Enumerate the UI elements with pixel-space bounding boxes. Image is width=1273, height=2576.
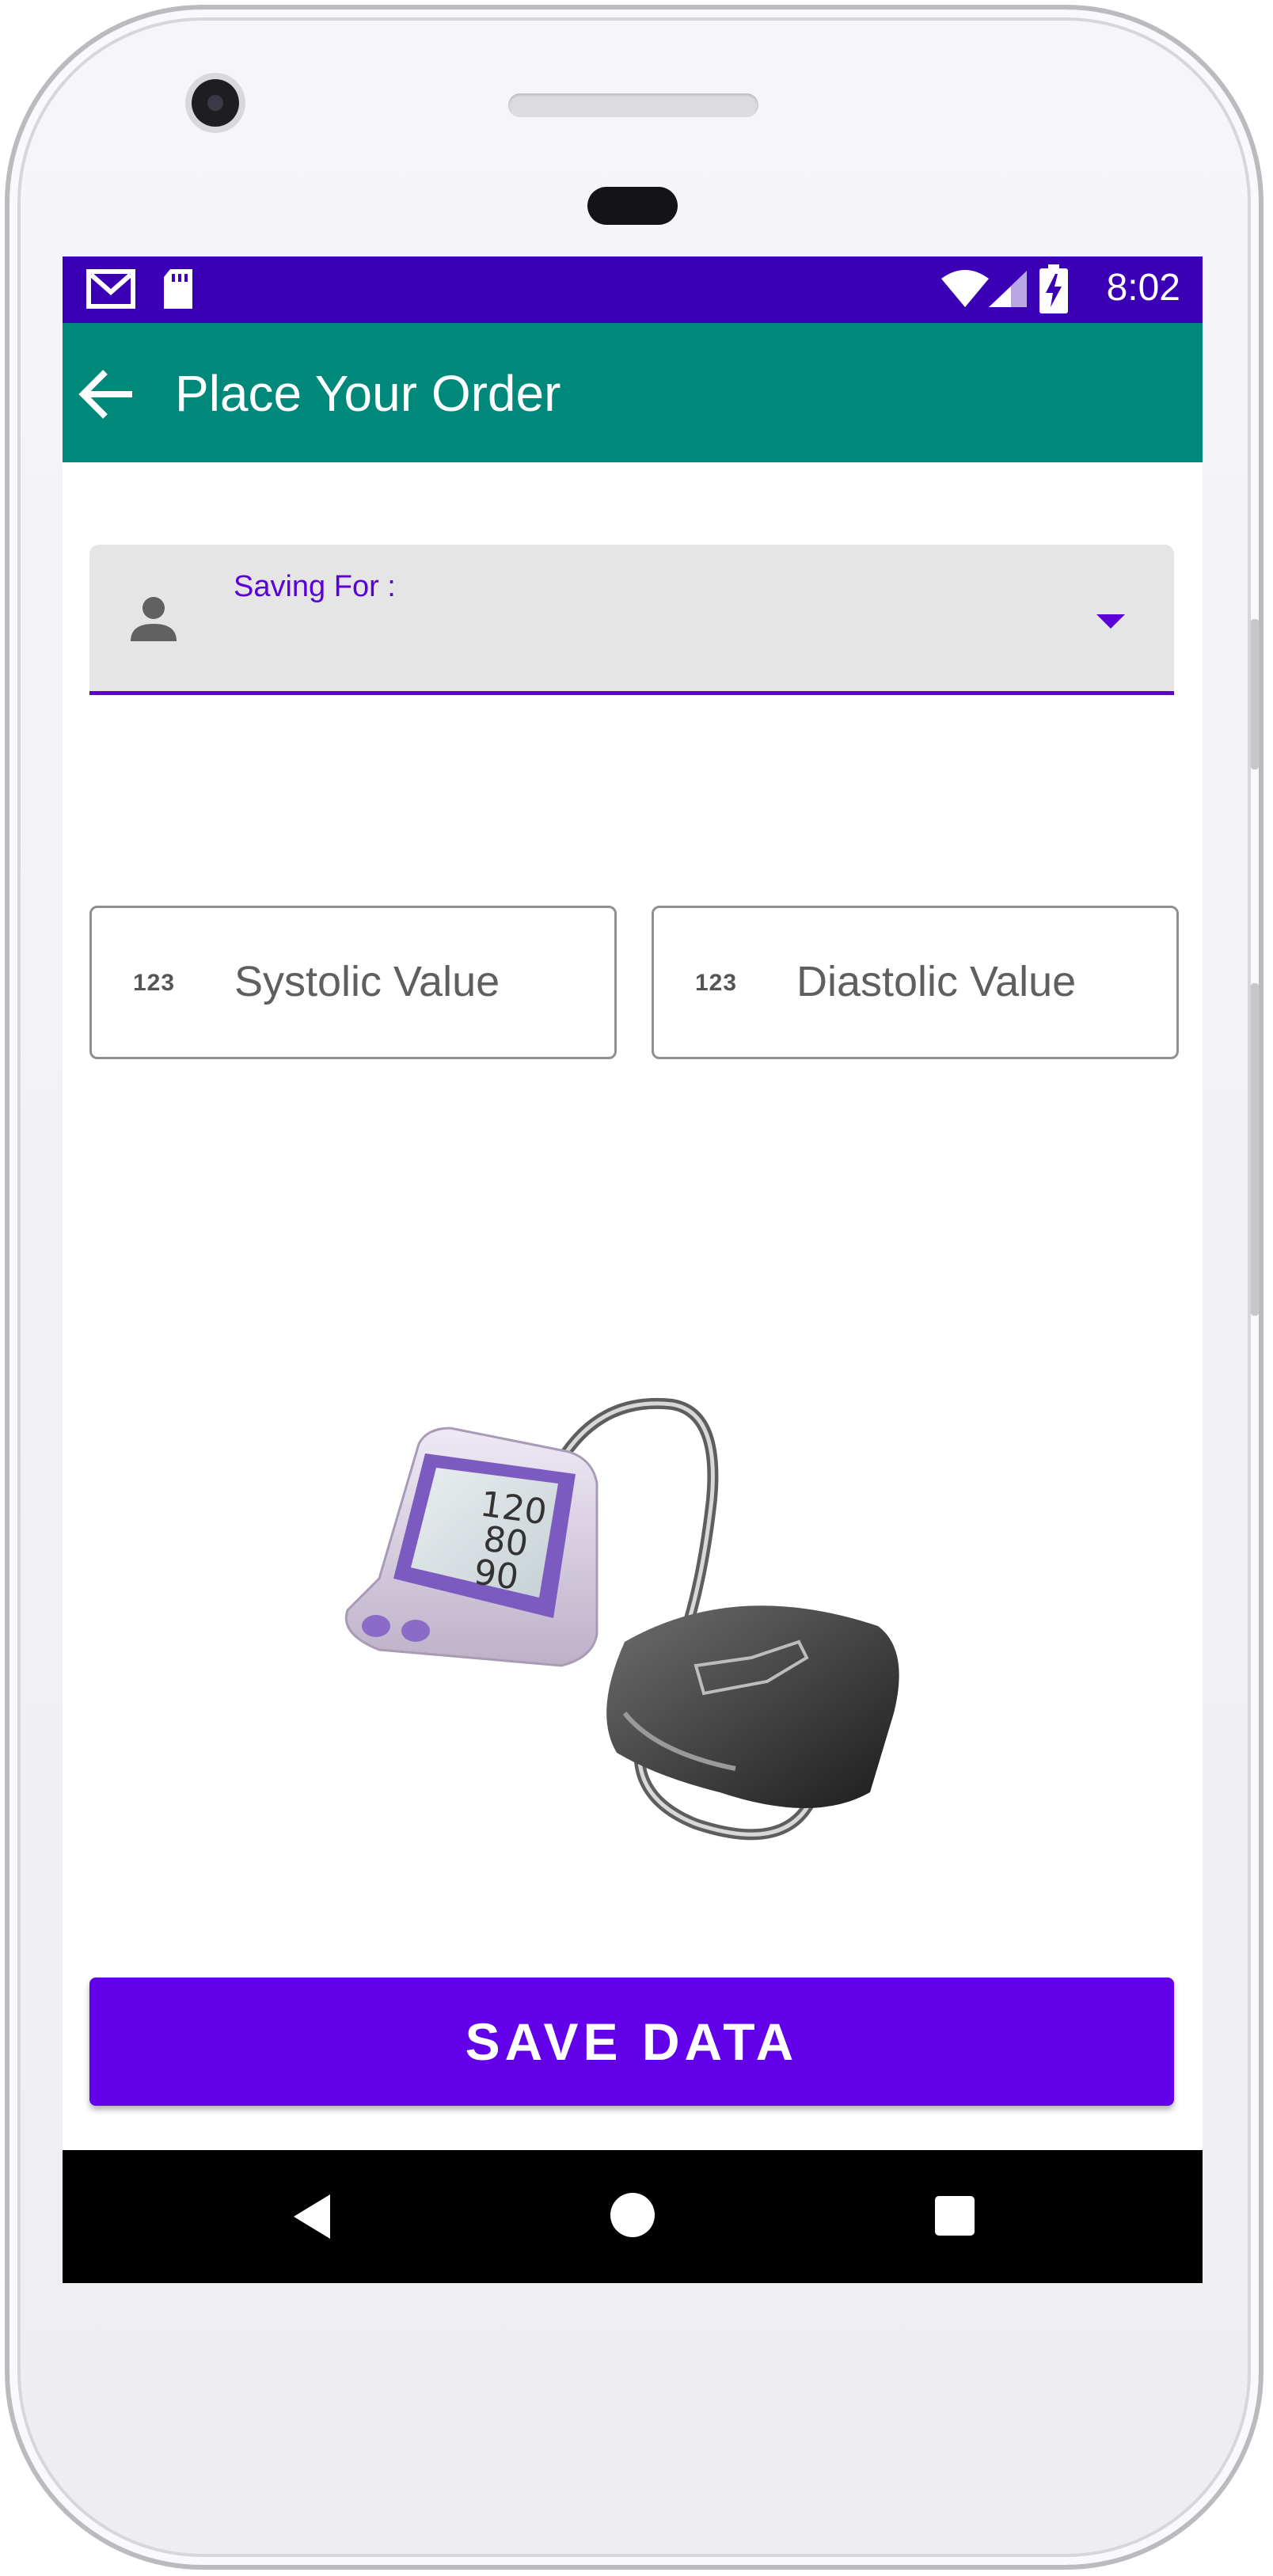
svg-text:90: 90 (471, 1552, 521, 1598)
systolic-input[interactable]: 123 Systolic Value (89, 906, 617, 1059)
nav-home-icon[interactable] (610, 2193, 655, 2237)
status-bar: 8:02 (63, 256, 1203, 323)
page-title: Place Your Order (175, 365, 561, 422)
status-time: 8:02 (1106, 267, 1180, 309)
systolic-placeholder: Systolic Value (234, 958, 500, 1005)
arrow-back-icon[interactable] (75, 363, 139, 426)
volume-button (1251, 619, 1259, 769)
front-camera (192, 79, 239, 127)
blood-pressure-monitor-image: 120 80 90 (345, 1397, 899, 1841)
saving-for-dropdown[interactable]: Saving For : (89, 545, 1174, 695)
battery-charging-icon (1039, 264, 1068, 313)
numeric-icon: 123 (133, 970, 176, 996)
earpiece-speaker (508, 93, 758, 117)
person-icon (131, 597, 177, 641)
wifi-icon (941, 270, 989, 307)
power-button (1251, 983, 1259, 1316)
navigation-bar (63, 2150, 1203, 2283)
screen: 8:02 Place Your Order Saving For : 123 S… (63, 256, 1203, 2283)
gmail-icon (86, 269, 135, 309)
signal-icon (989, 271, 1027, 307)
diastolic-input[interactable]: 123 Diastolic Value (652, 906, 1179, 1059)
dropdown-label: Saving For : (234, 570, 396, 603)
proximity-sensor (587, 187, 678, 225)
numeric-icon: 123 (695, 970, 738, 996)
nav-back-icon[interactable] (292, 2193, 332, 2240)
chevron-down-icon[interactable] (1096, 614, 1125, 629)
nav-recents-icon[interactable] (935, 2196, 975, 2236)
app-bar: Place Your Order (63, 323, 1203, 462)
save-data-button[interactable]: SAVE DATA (89, 1978, 1174, 2106)
sd-card-icon (164, 269, 192, 309)
diastolic-placeholder: Diastolic Value (796, 958, 1077, 1005)
